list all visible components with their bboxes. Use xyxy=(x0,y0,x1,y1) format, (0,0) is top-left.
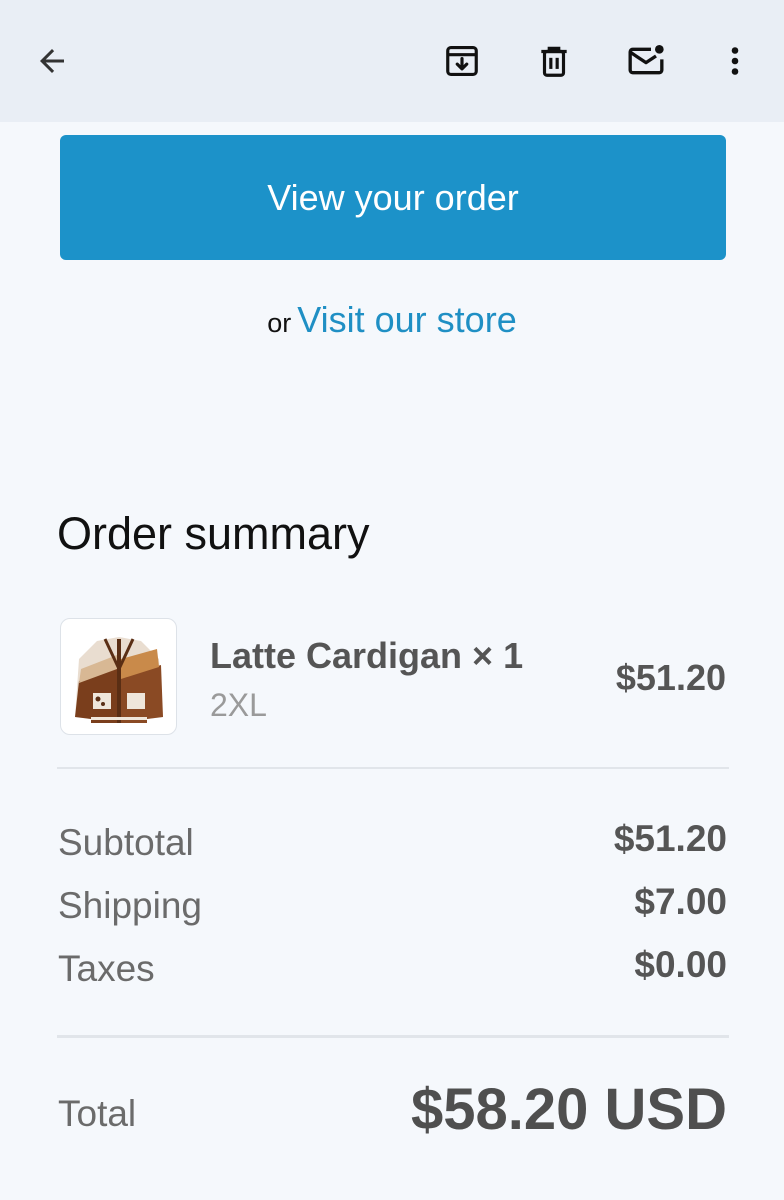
total-label: Total xyxy=(58,1093,137,1134)
shipping-label: Shipping xyxy=(58,885,203,926)
subtotal-value: $51.20 xyxy=(613,818,727,859)
item-price: $51.20 xyxy=(615,657,726,698)
more-options-button[interactable] xyxy=(707,33,763,89)
trash-icon xyxy=(541,46,567,77)
item-name: Latte Cardigan × 1 xyxy=(210,635,524,676)
archive-icon xyxy=(446,45,478,77)
more-vert-icon xyxy=(731,47,739,75)
store-link-line: or Visit our store xyxy=(0,296,784,347)
taxes-value: $0.00 xyxy=(634,944,727,985)
order-summary-title: Order summary xyxy=(57,508,370,559)
visit-store-link[interactable]: Visit our store xyxy=(297,299,516,340)
arrow-left-icon xyxy=(40,49,64,73)
total-value: $58.20 USD xyxy=(411,1077,727,1142)
back-button[interactable] xyxy=(24,33,80,89)
view-order-button[interactable]: View your order xyxy=(60,135,726,260)
shipping-value: $7.00 xyxy=(634,881,727,922)
or-text: or xyxy=(267,308,292,338)
mail-unread-icon xyxy=(628,45,664,75)
divider xyxy=(57,767,729,769)
item-variant: 2XL xyxy=(210,687,267,723)
product-thumbnail xyxy=(60,618,177,735)
archive-button[interactable] xyxy=(434,33,490,89)
cardigan-image xyxy=(75,637,163,723)
taxes-label: Taxes xyxy=(58,948,155,989)
email-toolbar xyxy=(0,0,784,122)
subtotal-label: Subtotal xyxy=(58,822,194,863)
mark-unread-button[interactable] xyxy=(618,33,674,89)
divider xyxy=(57,1035,729,1038)
delete-button[interactable] xyxy=(526,33,582,89)
